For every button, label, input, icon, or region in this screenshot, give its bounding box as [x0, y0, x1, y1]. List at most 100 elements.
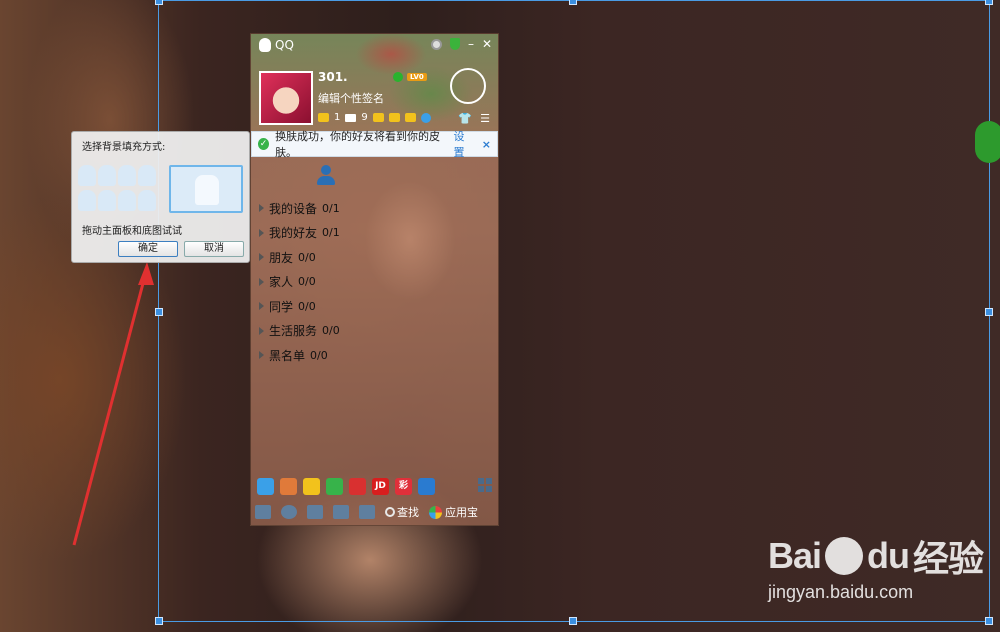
stretch-fill-option[interactable] [169, 165, 243, 213]
security-shield-icon[interactable] [449, 38, 460, 50]
group-count: 0/1 [322, 201, 340, 215]
contact-group[interactable]: 黑名单 0/0 [259, 343, 340, 368]
photo-app-icon[interactable] [280, 478, 297, 495]
nickname[interactable]: 301. [318, 70, 348, 84]
sound-icon[interactable] [307, 505, 323, 519]
tshirt-skin-icon[interactable]: 👕 [458, 112, 472, 125]
lottery-app-icon[interactable]: 彩 [395, 478, 412, 495]
app-grid-icon[interactable] [478, 478, 492, 492]
group-count: 0/0 [298, 299, 316, 313]
resize-handle-bottom[interactable] [569, 617, 577, 625]
tile-fill-option[interactable] [78, 165, 156, 213]
app-title: QQ [275, 38, 294, 52]
app-bar: JD 彩 [257, 478, 435, 495]
weather-app-icon[interactable] [257, 478, 274, 495]
favorites-icon[interactable] [359, 505, 375, 519]
bottom-toolbar: 查找 应用宝 [255, 504, 478, 520]
avatar[interactable] [259, 71, 313, 125]
video-app-icon[interactable] [326, 478, 343, 495]
resize-handle-top-right[interactable] [985, 0, 993, 5]
contact-group[interactable]: 生活服务 0/0 [259, 319, 340, 344]
qzone-icon[interactable] [420, 112, 431, 123]
file-folder-icon[interactable] [333, 505, 349, 519]
qq-main-panel[interactable]: QQ – ✕ 301. LV0 编辑个性签名 1 9 👕 ☰ ✓ 换肤成功，你的… [250, 33, 499, 526]
notice-text: 换肤成功，你的好友将看到你的皮肤。 [275, 130, 441, 159]
background-fill-dialog: 选择背景填充方式: 拖动主面板和底图试试 确定 取消 [71, 131, 250, 263]
header-right-icons: 👕 ☰ [458, 112, 490, 125]
baidu-brand: Bai du 经验 [768, 530, 984, 582]
dialog-title: 选择背景填充方式: [82, 142, 166, 153]
jd-app-icon[interactable]: JD [372, 478, 389, 495]
main-menu-icon[interactable] [255, 505, 271, 519]
folder-icon[interactable] [388, 113, 400, 122]
crown-icon[interactable] [404, 113, 416, 122]
success-check-icon: ✓ [258, 138, 270, 150]
expand-arrow-icon [259, 326, 264, 335]
expand-arrow-icon [259, 351, 264, 360]
expand-arrow-icon [259, 302, 264, 311]
music-app-icon[interactable] [303, 478, 320, 495]
contact-groups: 我的设备 0/1 我的好友 0/1 朋友 0/0 家人 0/0 同学 0/0 生活服务 0/0 黑名单 0… [259, 196, 340, 368]
star-count: 1 [334, 112, 341, 123]
baidu-watermark: Bai du 经验 jingyan.baidu.com [768, 530, 984, 603]
side-widget[interactable] [975, 121, 1000, 163]
resize-handle-right[interactable] [985, 308, 993, 316]
contact-group[interactable]: 我的好友 0/1 [259, 221, 340, 246]
app-store-icon [429, 505, 442, 519]
level-label: LV0 [407, 73, 427, 81]
close-button[interactable]: ✕ [482, 37, 492, 51]
brand-jingyan: 经验 [913, 538, 984, 579]
baidu-paw-icon [825, 537, 864, 575]
skin-icon[interactable] [430, 38, 442, 50]
notice-close-icon[interactable]: × [482, 138, 491, 151]
notice-settings-link[interactable]: 设置 [454, 128, 474, 160]
contact-group[interactable]: 我的设备 0/1 [259, 196, 340, 221]
weather-sun-icon[interactable] [450, 68, 486, 104]
stock-app-icon[interactable] [349, 478, 366, 495]
expand-arrow-icon [259, 228, 264, 237]
security-app-icon[interactable] [418, 478, 435, 495]
contact-group[interactable]: 朋友 0/0 [259, 245, 340, 270]
flag-icon[interactable] [372, 113, 384, 122]
settings-gear-icon[interactable] [281, 505, 297, 519]
contact-group[interactable]: 家人 0/0 [259, 270, 340, 295]
group-count: 0/1 [322, 226, 340, 240]
expand-arrow-icon [259, 204, 264, 213]
skin-change-notice: ✓ 换肤成功，你的好友将看到你的皮肤。 设置 × [251, 128, 498, 160]
group-label: 家人 [269, 275, 294, 290]
minimize-button[interactable]: – [468, 37, 474, 51]
group-count: 0/0 [310, 348, 328, 362]
dialog-hint: 拖动主面板和底图试试 [82, 226, 182, 237]
contacts-tab-icon[interactable] [315, 164, 337, 186]
signature-field[interactable]: 编辑个性签名 [318, 90, 384, 106]
contact-group[interactable]: 同学 0/0 [259, 294, 340, 319]
group-label: 我的设备 [269, 201, 318, 216]
mail-icon[interactable] [345, 113, 357, 122]
resize-handle-bottom-right[interactable] [985, 617, 993, 625]
app-store-button[interactable]: 应用宝 [429, 504, 478, 520]
appbox-icon[interactable]: ☰ [480, 112, 490, 125]
online-status-icon[interactable] [393, 72, 403, 82]
window-controls: – ✕ [430, 37, 492, 51]
find-button[interactable]: 查找 [385, 504, 419, 520]
find-label: 查找 [397, 506, 419, 519]
app-store-label: 应用宝 [445, 506, 478, 519]
resize-handle-top[interactable] [569, 0, 577, 5]
expand-arrow-icon [259, 253, 264, 262]
group-label: 我的好友 [269, 226, 318, 241]
status-icons: 1 9 [318, 112, 431, 123]
watermark-url: jingyan.baidu.com [768, 582, 914, 602]
group-label: 黑名单 [269, 348, 306, 363]
qq-penguin-icon [259, 38, 271, 52]
ghost-icon [195, 175, 219, 205]
group-count: 0/0 [298, 250, 316, 264]
cancel-button[interactable]: 取消 [184, 241, 244, 257]
brand-du: du [867, 535, 910, 576]
group-count: 0/0 [322, 324, 340, 338]
group-label: 朋友 [269, 250, 294, 265]
brand-bai: Bai [768, 535, 822, 576]
expand-arrow-icon [259, 277, 264, 286]
star-icon[interactable] [318, 113, 329, 122]
ok-button[interactable]: 确定 [118, 241, 178, 257]
mail-count: 9 [361, 112, 368, 123]
